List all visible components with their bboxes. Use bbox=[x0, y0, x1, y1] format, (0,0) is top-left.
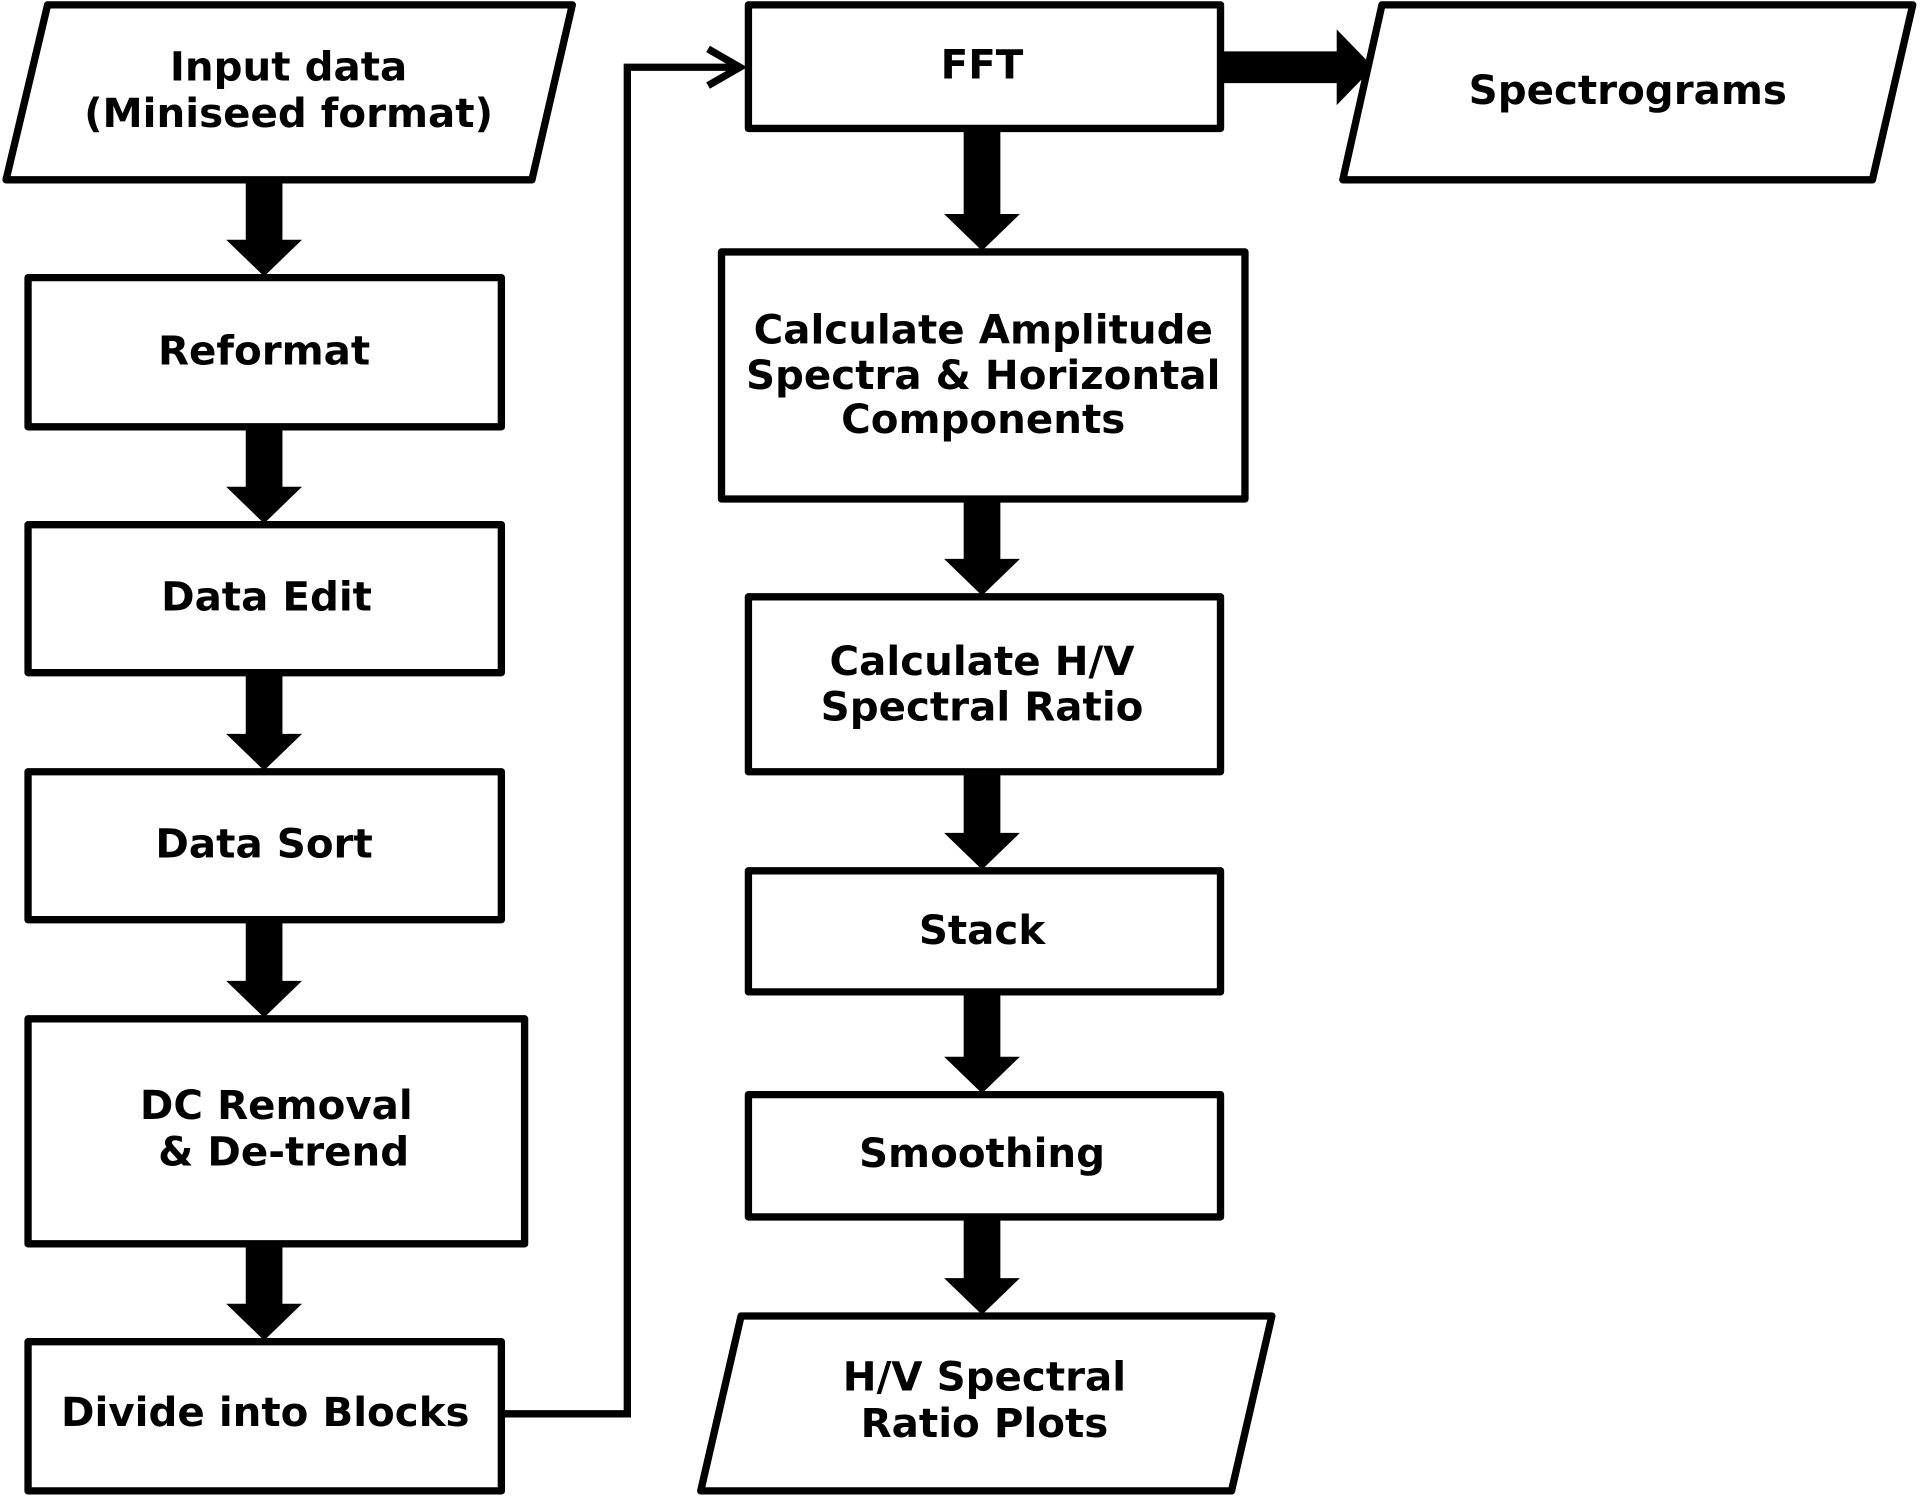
arrow-reformat-to-data-edit bbox=[226, 428, 303, 524]
node-calc-hv: Calculate H/V Spectral Ratio bbox=[744, 593, 1225, 776]
node-reformat-label: Reformat bbox=[158, 327, 370, 374]
node-smoothing-label: Smoothing bbox=[859, 1130, 1105, 1177]
node-reformat: Reformat bbox=[24, 273, 506, 431]
node-smoothing: Smoothing bbox=[744, 1090, 1225, 1221]
node-data-sort-label: Data Sort bbox=[155, 820, 372, 867]
node-divide-into-blocks: Divide into Blocks bbox=[24, 1338, 506, 1495]
node-calc-hv-line-1: Calculate H/V bbox=[830, 638, 1136, 685]
node-stack: Stack bbox=[744, 867, 1225, 996]
node-dc-removal-line-2: & De-trend bbox=[158, 1129, 409, 1176]
node-data-edit: Data Edit bbox=[24, 521, 506, 677]
node-calc-hv-line-2: Spectral Ratio bbox=[821, 683, 1144, 730]
node-spectrograms-label: Spectrograms bbox=[1469, 67, 1787, 114]
node-calc-amplitude: Calculate Amplitude Spectra & Horizontal… bbox=[717, 248, 1249, 503]
node-spectrograms: Spectrograms bbox=[1339, 1, 1917, 184]
node-divide-into-blocks-label: Divide into Blocks bbox=[61, 1389, 470, 1436]
node-stack-label: Stack bbox=[919, 907, 1047, 954]
node-calc-amplitude-line-1: Calculate Amplitude bbox=[754, 307, 1213, 354]
node-fft-label: FFT bbox=[941, 41, 1024, 88]
arrow-data-edit-to-data-sort bbox=[226, 673, 303, 771]
node-hv-plots: H/V Spectral Ratio Plots bbox=[697, 1312, 1276, 1495]
arrow-dc-removal-to-divide bbox=[226, 1245, 303, 1341]
connector-divide-to-fft bbox=[502, 63, 740, 1418]
arrow-fft-to-calc-amplitude bbox=[944, 129, 1020, 251]
node-fft: FFT bbox=[744, 1, 1225, 133]
arrow-fft-to-spectrograms bbox=[1221, 29, 1374, 106]
arrow-smoothing-to-hv-plots bbox=[944, 1218, 1020, 1315]
node-calc-amplitude-line-2: Spectra & Horizontal bbox=[746, 352, 1221, 399]
arrow-calc-amplitude-to-calc-hv bbox=[944, 500, 1020, 596]
node-data-edit-label: Data Edit bbox=[161, 573, 372, 620]
arrow-stack-to-smoothing bbox=[944, 993, 1020, 1094]
node-dc-removal: DC Removal & De-trend bbox=[24, 1015, 529, 1248]
arrow-data-sort-to-dc-removal bbox=[226, 920, 303, 1018]
hv-processing-flowchart: Input data (Miniseed format) Reformat Da… bbox=[2, 1, 1917, 1495]
node-hv-plots-line-1: H/V Spectral bbox=[843, 1354, 1126, 1401]
arrow-calc-hv-to-stack bbox=[944, 772, 1020, 870]
node-input-data-line-2: (Miniseed format) bbox=[84, 90, 493, 137]
node-data-sort: Data Sort bbox=[24, 768, 506, 924]
node-input-data-line-1: Input data bbox=[170, 44, 407, 91]
node-calc-amplitude-line-3: Components bbox=[841, 396, 1125, 443]
node-input-data: Input data (Miniseed format) bbox=[2, 1, 576, 184]
arrow-input-to-reformat bbox=[226, 181, 303, 277]
node-dc-removal-line-1: DC Removal bbox=[140, 1082, 413, 1129]
node-hv-plots-line-2: Ratio Plots bbox=[861, 1400, 1109, 1447]
